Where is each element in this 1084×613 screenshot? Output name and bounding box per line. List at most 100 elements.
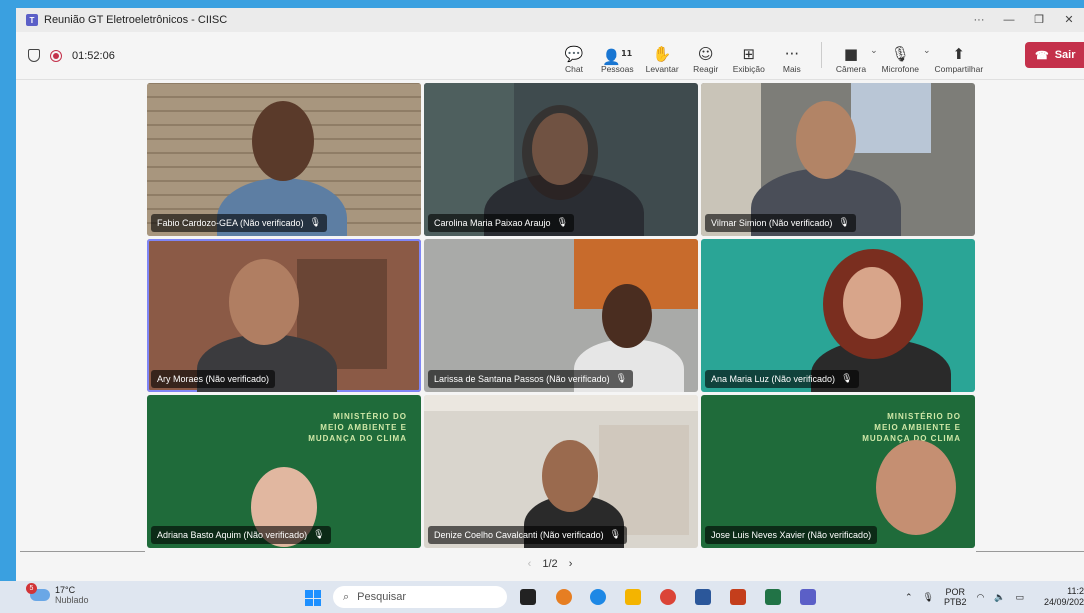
participant-name: Jose Luis Neves Xavier (Não verificado) bbox=[711, 530, 872, 540]
mic-muted-icon: 🎙 bbox=[615, 374, 628, 384]
microphone-icon[interactable]: 🎙 bbox=[923, 592, 934, 603]
video-tile[interactable]: Ana Maria Luz (Não verificado) 🎙 bbox=[701, 239, 975, 392]
participant-name: Ana Maria Luz (Não verificado) bbox=[711, 374, 836, 384]
participant-head bbox=[796, 101, 856, 179]
divider-right bbox=[976, 551, 1084, 552]
word-icon[interactable] bbox=[695, 589, 711, 605]
title-bar: T Reunião GT Eletroeletrônicos - CIISC ·… bbox=[16, 8, 1084, 32]
notification-badge: 5 bbox=[26, 583, 37, 594]
camera-icon: ■ bbox=[843, 45, 859, 63]
participant-name-tag: Larissa de Santana Passos (Não verificad… bbox=[428, 370, 634, 388]
task-view-icon[interactable] bbox=[520, 589, 536, 605]
participant-name-tag: Ana Maria Luz (Não verificado) 🎙 bbox=[705, 370, 859, 388]
powerpoint-icon[interactable] bbox=[730, 589, 746, 605]
video-stage: Fabio Cardozo-GEA (Não verificado) 🎙 Car… bbox=[16, 80, 1084, 581]
weather-temperature: 17°C bbox=[55, 585, 76, 595]
show-hidden-icons-icon[interactable]: ⌃ bbox=[905, 592, 913, 603]
more-button[interactable]: ··· Mais bbox=[777, 44, 807, 74]
view-button[interactable]: ⊞ Exibição bbox=[733, 44, 765, 74]
camera-options-chevron-icon[interactable]: ⌄ bbox=[870, 45, 878, 56]
video-tile[interactable]: Carolina Maria Paixao Araujo 🎙 bbox=[424, 83, 698, 236]
participant-name: Fabio Cardozo-GEA (Não verificado) bbox=[157, 218, 304, 228]
window-title: Reunião GT Eletroeletrônicos - CIISC bbox=[44, 14, 228, 26]
divider-left bbox=[20, 551, 145, 552]
people-count: 11 bbox=[621, 49, 633, 58]
chat-label: Chat bbox=[565, 64, 583, 74]
mic-muted-icon: 🎙 bbox=[838, 218, 850, 228]
participant-name: Larissa de Santana Passos (Não verificad… bbox=[434, 374, 610, 384]
previous-page-icon[interactable]: ‹ bbox=[528, 558, 532, 570]
windows-start-icon[interactable] bbox=[305, 590, 321, 606]
mic-muted-icon: 🎙 bbox=[556, 218, 568, 228]
people-icon: 👤11 bbox=[602, 48, 633, 66]
video-tile[interactable]: Larissa de Santana Passos (Não verificad… bbox=[424, 239, 698, 392]
taskbar-search[interactable]: ⌕ Pesquisar bbox=[333, 586, 507, 608]
search-placeholder: Pesquisar bbox=[357, 591, 407, 603]
participant-name-tag: Adriana Basto Aquim (Não verificado) 🎙 bbox=[151, 526, 331, 544]
meeting-controls: 💬 Chat 👤11 Pessoas ✋ Levantar ☺ Reagir ⊞… bbox=[553, 32, 989, 80]
leave-button[interactable]: ☎ Sair bbox=[1025, 42, 1084, 68]
video-tile[interactable]: Denize Coelho Cavalcanti (Não verificado… bbox=[424, 395, 698, 548]
participant-name-tag: Denize Coelho Cavalcanti (Não verificado… bbox=[428, 526, 628, 544]
share-label: Compartilhar bbox=[934, 64, 984, 74]
camera-button[interactable]: ■ Câmera bbox=[836, 44, 866, 74]
participant-name-tag: Ary Moraes (Não verificado) bbox=[151, 370, 276, 388]
video-tile-active-speaker[interactable]: Ary Moraes (Não verificado) bbox=[147, 239, 421, 392]
mic-options-chevron-icon[interactable]: ⌄ bbox=[923, 45, 931, 56]
microphone-button[interactable]: 🎙 Microfone bbox=[882, 44, 919, 74]
mic-off-icon: 🎙 bbox=[890, 45, 910, 63]
system-clock[interactable]: 11:2 24/09/202 bbox=[1040, 586, 1084, 608]
next-page-icon[interactable]: › bbox=[569, 558, 573, 570]
smiley-icon: ☺ bbox=[697, 45, 714, 63]
people-button[interactable]: 👤11 Pessoas bbox=[601, 44, 634, 74]
copilot-icon[interactable] bbox=[556, 589, 572, 605]
more-label: Mais bbox=[782, 64, 801, 74]
restore-button[interactable]: ❐ bbox=[1024, 8, 1054, 32]
clock-date: 24/09/202 bbox=[1043, 597, 1084, 607]
chat-button[interactable]: 💬 Chat bbox=[559, 44, 589, 74]
ellipsis-icon: ··· bbox=[784, 45, 799, 63]
edge-browser-icon[interactable] bbox=[590, 589, 606, 605]
video-tile[interactable]: MINISTÉRIO DO MEIO AMBIENTE E MUDANÇA DO… bbox=[701, 395, 975, 548]
chrome-browser-icon[interactable] bbox=[660, 589, 676, 605]
participant-name: Ary Moraes (Não verificado) bbox=[157, 374, 270, 384]
weather-description: Nublado bbox=[55, 595, 89, 605]
battery-icon[interactable]: ▭ bbox=[1016, 592, 1025, 603]
mic-label: Microfone bbox=[881, 64, 919, 74]
react-button[interactable]: ☺ Reagir bbox=[691, 44, 721, 74]
keyboard-layout: PTB2 bbox=[943, 597, 967, 607]
share-button[interactable]: ⬆ Compartilhar bbox=[935, 44, 984, 74]
teams-icon[interactable] bbox=[800, 589, 816, 605]
participant-name: Denize Coelho Cavalcanti (Não verificado… bbox=[434, 530, 604, 540]
excel-icon[interactable] bbox=[765, 589, 781, 605]
mic-muted-icon: 🎙 bbox=[313, 530, 325, 540]
language-indicator[interactable]: POR PTB2 bbox=[944, 587, 967, 607]
minimize-button[interactable]: — bbox=[994, 8, 1024, 32]
call-duration: 01:52:06 bbox=[72, 49, 115, 62]
participant-name-tag: Vilmar Simion (Não verificado) 🎙 bbox=[705, 214, 856, 232]
weather-widget[interactable]: 5 17°C Nublado bbox=[26, 583, 89, 605]
cloud-icon: 5 bbox=[26, 583, 50, 601]
wifi-icon[interactable]: ◠ bbox=[977, 592, 985, 603]
system-tray: ⌃ 🎙 POR PTB2 ◠ 🔈 ▭ bbox=[905, 587, 1024, 607]
slide-header-background bbox=[424, 395, 698, 411]
file-explorer-icon[interactable] bbox=[625, 589, 641, 605]
video-tile[interactable]: MINISTÉRIO DO MEIO AMBIENTE E MUDANÇA DO… bbox=[147, 395, 421, 548]
participant-head bbox=[876, 440, 956, 535]
volume-icon[interactable]: 🔈 bbox=[994, 592, 1005, 603]
participant-head bbox=[229, 259, 299, 345]
close-button[interactable]: ✕ bbox=[1054, 8, 1084, 32]
video-tile[interactable]: Fabio Cardozo-GEA (Não verificado) 🎙 bbox=[147, 83, 421, 236]
participant-head bbox=[602, 284, 652, 348]
clock-time: 11:2 bbox=[1067, 586, 1084, 596]
participant-name: Carolina Maria Paixao Araujo bbox=[434, 218, 551, 228]
mic-muted-icon: 🎙 bbox=[841, 374, 853, 384]
participant-name-tag: Jose Luis Neves Xavier (Não verificado) bbox=[705, 526, 878, 544]
teams-app-icon: T bbox=[26, 14, 38, 26]
shield-icon[interactable] bbox=[28, 49, 40, 62]
page-indicator: 1/2 bbox=[542, 558, 558, 570]
toolbar-divider bbox=[820, 42, 822, 68]
video-tile[interactable]: Vilmar Simion (Não verificado) 🎙 bbox=[701, 83, 975, 236]
raise-hand-button[interactable]: ✋ Levantar bbox=[646, 44, 679, 74]
more-options-icon[interactable]: ··· bbox=[964, 8, 994, 32]
